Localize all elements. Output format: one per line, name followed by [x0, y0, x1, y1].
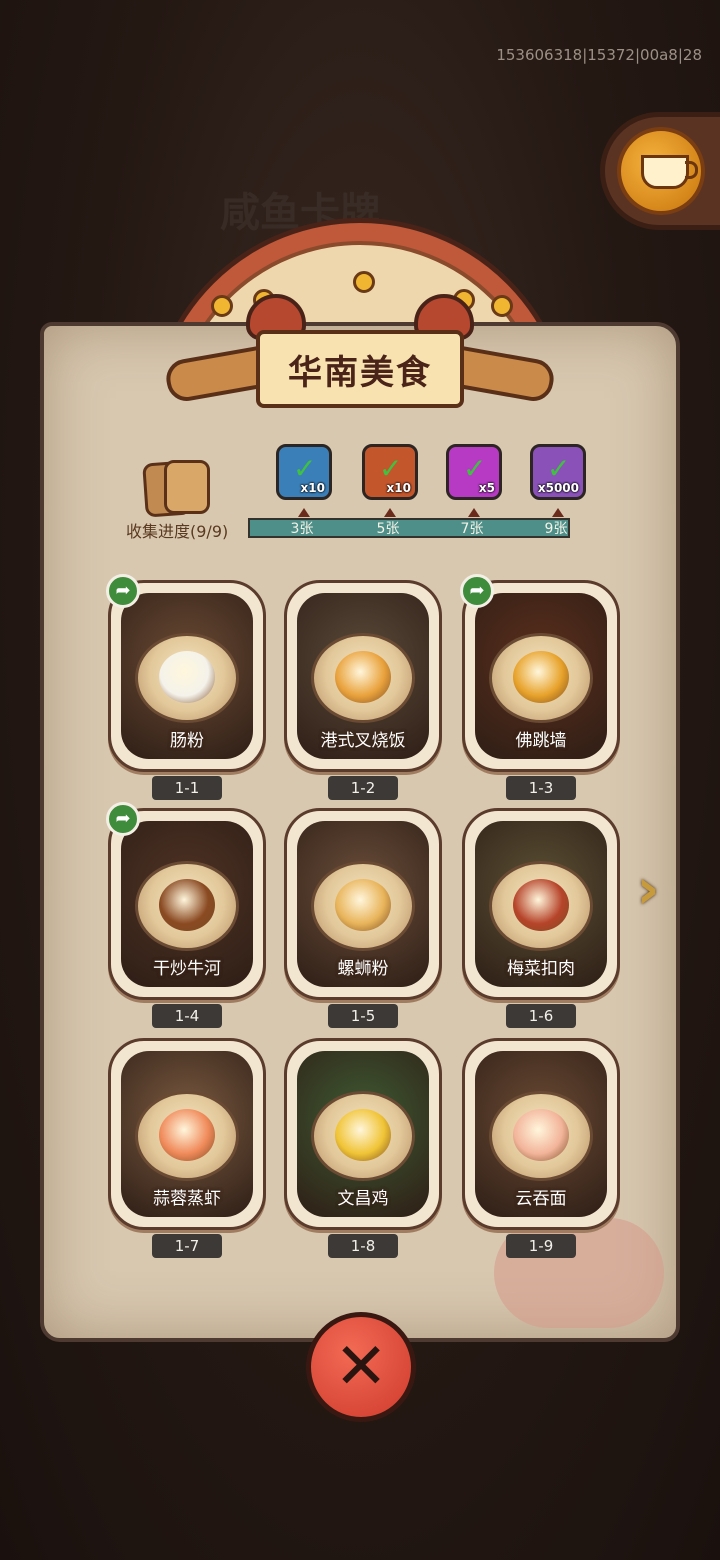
card-number-tag: 1-2	[328, 776, 398, 800]
food-card-1-5[interactable]: 螺蛳粉	[284, 808, 442, 1000]
reward-quantity: x5000	[537, 481, 579, 495]
banner-title: 华南美食	[288, 352, 432, 393]
food-card-1-6[interactable]: 梅菜扣肉	[462, 808, 620, 1000]
food-card-name: 文昌鸡	[337, 1189, 389, 1209]
next-page-arrow-icon[interactable]: ›	[626, 858, 670, 922]
card-number-tag: 1-7	[152, 1234, 222, 1258]
food-card-name: 蒜蓉蒸虾	[153, 1189, 221, 1209]
card-number-tag: 1-9	[506, 1234, 576, 1258]
milestone-label: 7张	[460, 521, 484, 537]
share-arrow-icon[interactable]: ➦	[106, 802, 140, 836]
milestone-reward-3[interactable]: ✓ x5	[446, 444, 502, 500]
share-arrow-icon[interactable]: ➦	[106, 574, 140, 608]
close-button[interactable]: ✕	[306, 1312, 416, 1422]
food-card-name: 港式叉烧饭	[320, 731, 406, 751]
reward-quantity: x10	[386, 481, 411, 495]
debug-id-text: 153606318|15372|00a8|28	[496, 46, 702, 64]
food-card-name: 佛跳墙	[515, 731, 567, 751]
food-card-1-8[interactable]: 文昌鸡	[284, 1038, 442, 1230]
food-card-name: 螺蛳粉	[337, 959, 389, 979]
food-card-name: 干炒牛河	[153, 959, 221, 979]
food-card-name: 肠粉	[170, 731, 204, 751]
food-card-1-7[interactable]: 蒜蓉蒸虾	[108, 1038, 266, 1230]
claimed-check-icon: ✓	[463, 452, 487, 485]
claimed-check-icon: ✓	[293, 452, 317, 485]
coffee-cup-button[interactable]	[600, 112, 720, 230]
milestone-reward-2[interactable]: ✓ x10	[362, 444, 418, 500]
claimed-check-icon: ✓	[379, 452, 403, 485]
food-card-1-9[interactable]: 云吞面	[462, 1038, 620, 1230]
milestone-label: 5张	[376, 521, 400, 537]
milestone-reward-1[interactable]: ✓ x10	[276, 444, 332, 500]
card-number-tag: 1-4	[152, 1004, 222, 1028]
food-card-name: 云吞面	[515, 1189, 567, 1209]
food-card-1-4[interactable]: 干炒牛河	[108, 808, 266, 1000]
food-card-1-1[interactable]: 肠粉	[108, 580, 266, 772]
food-card-1-3[interactable]: 佛跳墙	[462, 580, 620, 772]
milestone-marker	[298, 508, 310, 517]
milestone-label: 3张	[290, 521, 314, 537]
milestone-label: 9张	[544, 521, 568, 537]
close-x-icon: ✕	[334, 1330, 388, 1404]
milestone-marker	[468, 508, 480, 517]
reward-quantity: x10	[300, 481, 325, 495]
claimed-check-icon: ✓	[547, 452, 571, 485]
card-number-tag: 1-3	[506, 776, 576, 800]
card-number-tag: 1-5	[328, 1004, 398, 1028]
share-arrow-icon[interactable]: ➦	[460, 574, 494, 608]
milestone-marker	[552, 508, 564, 517]
food-card-name: 梅菜扣肉	[507, 959, 575, 979]
reward-quantity: x5	[478, 481, 495, 495]
coffee-cup-icon	[617, 127, 705, 215]
card-collection-icon	[140, 460, 216, 518]
card-number-tag: 1-6	[506, 1004, 576, 1028]
progress-label: 收集进度(9/9)	[126, 522, 229, 541]
card-number-tag: 1-1	[152, 776, 222, 800]
food-card-1-2[interactable]: 港式叉烧饭	[284, 580, 442, 772]
card-number-tag: 1-8	[328, 1234, 398, 1258]
title-banner: 华南美食	[163, 294, 557, 420]
milestone-reward-4[interactable]: ✓ x5000	[530, 444, 586, 500]
milestone-marker	[384, 508, 396, 517]
